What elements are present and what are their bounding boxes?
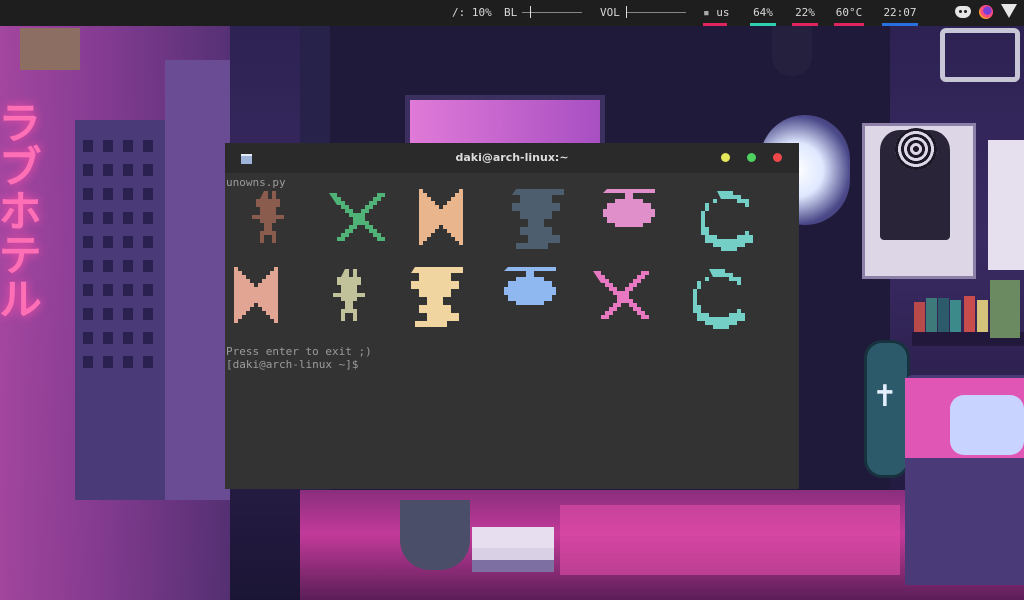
- status-bar: /: 10% BL VOL ▪ us 64% 22% 60°C 22:07: [0, 0, 1024, 26]
- memory-underline: [750, 23, 776, 26]
- unown-glyph-icon: [238, 187, 302, 251]
- wallpaper-book-stack: [472, 527, 554, 572]
- volume-slider-knob[interactable]: [626, 6, 627, 18]
- minimize-button[interactable]: [721, 153, 730, 162]
- unown-glyph-icon: [230, 265, 294, 329]
- disk-usage[interactable]: /: 10%: [452, 6, 492, 20]
- memory-usage-label: 64%: [753, 6, 773, 19]
- backlight-label: BL: [504, 6, 518, 19]
- temperature[interactable]: 60°C: [834, 6, 864, 26]
- unown-glyph-icon: [500, 265, 564, 329]
- volume-slider[interactable]: [626, 12, 686, 13]
- wallpaper-poster-swirl: [895, 128, 937, 170]
- terminal-prompt[interactable]: [daki@arch-linux ~]$: [226, 358, 358, 371]
- wallpaper-building: [165, 60, 230, 500]
- wallpaper-building-windows: [75, 120, 165, 500]
- terminal-titlebar[interactable]: daki@arch-linux:~: [225, 143, 799, 173]
- wallpaper-pillow: [950, 395, 1024, 455]
- volume-label: VOL: [600, 6, 620, 19]
- cpu-usage[interactable]: 22%: [792, 6, 818, 26]
- wallpaper-glasses: [940, 28, 1020, 82]
- wallpaper-plant-pot: [400, 500, 470, 570]
- firefox-icon[interactable]: [979, 5, 993, 19]
- wallpaper-speaker: [990, 280, 1020, 338]
- unown-glyph-icon: [591, 265, 655, 329]
- terminal-title: daki@arch-linux:~: [455, 151, 569, 164]
- wallpaper-rug: [560, 505, 900, 575]
- clock-label: 22:07: [883, 6, 917, 19]
- temperature-underline: [834, 23, 864, 26]
- unown-glyph-icon: [693, 187, 757, 251]
- keyboard-layout[interactable]: ▪ us: [703, 6, 730, 26]
- cpu-usage-label: 22%: [795, 6, 815, 19]
- unown-glyph-icon: [407, 265, 471, 329]
- wifi-icon[interactable]: [1001, 4, 1017, 18]
- unown-glyph-icon: [599, 187, 663, 251]
- keyboard-underline: [703, 23, 727, 26]
- terminal-exit-message: Press enter to exit ;): [226, 345, 372, 358]
- unown-glyph-icon: [327, 187, 391, 251]
- maximize-button[interactable]: [747, 153, 756, 162]
- clock-underline: [882, 23, 918, 26]
- wallpaper-skateboard-cross: ✝: [874, 375, 896, 415]
- wallpaper-books: [914, 296, 994, 332]
- temperature-label: 60°C: [835, 6, 863, 19]
- cpu-underline: [792, 23, 818, 26]
- backlight-slider-knob[interactable]: [530, 6, 531, 18]
- unown-glyph-icon: [685, 265, 749, 329]
- wallpaper-box: [20, 28, 80, 70]
- terminal-window[interactable]: daki@arch-linux:~ unowns.py Press enter …: [225, 143, 799, 489]
- keyboard-layout-label: us: [716, 6, 730, 19]
- memory-usage[interactable]: 64%: [750, 6, 776, 26]
- discord-icon[interactable]: [955, 6, 971, 18]
- keyboard-icon: ▪: [703, 6, 710, 19]
- neon-sign: ラブホテル: [0, 100, 41, 320]
- close-button[interactable]: [773, 153, 782, 162]
- clock[interactable]: 22:07: [882, 6, 918, 26]
- terminal-body[interactable]: unowns.py Press enter to exit ;) [daki@a…: [225, 173, 799, 489]
- backlight-slider[interactable]: [522, 12, 582, 13]
- unown-glyph-icon: [319, 265, 383, 329]
- wallpaper-poster-small: [988, 140, 1024, 270]
- unown-glyph-icon: [415, 187, 479, 251]
- wallpaper-ceiling-lamp: [772, 26, 812, 76]
- unown-glyph-icon: [508, 187, 572, 251]
